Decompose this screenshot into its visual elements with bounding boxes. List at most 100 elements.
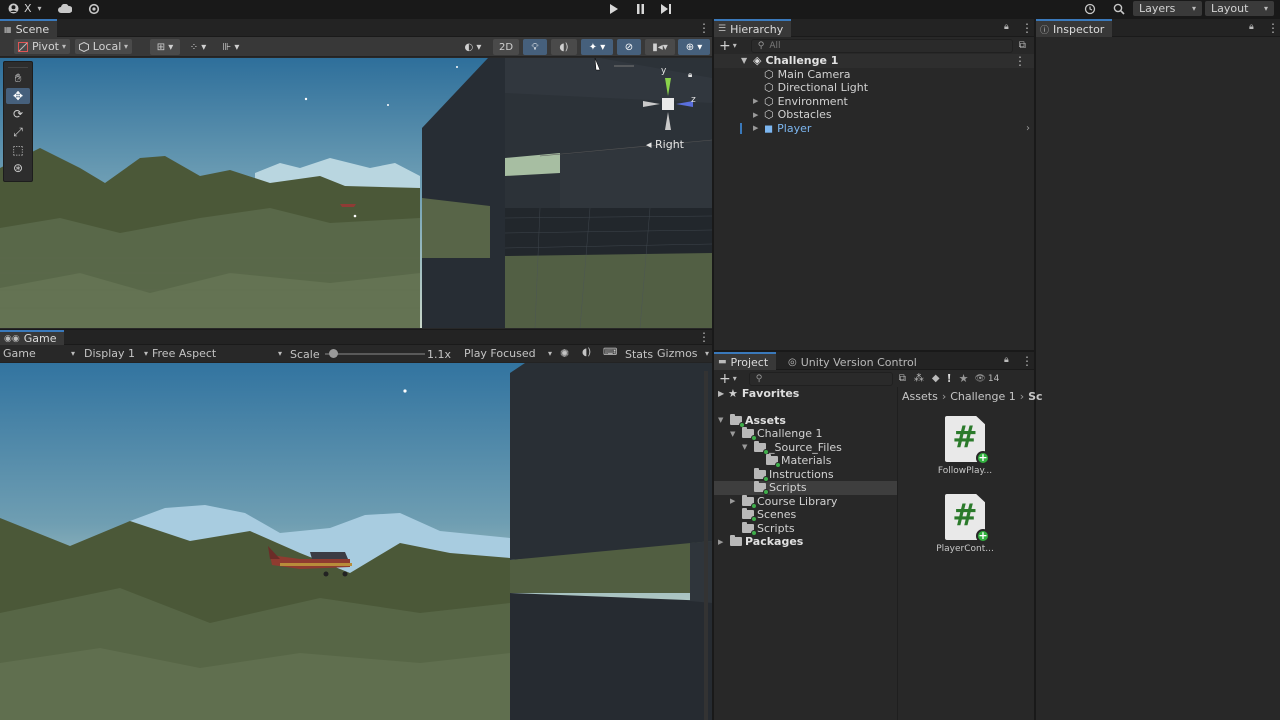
mode-2d-button[interactable]: 2D — [493, 39, 519, 55]
search-scope-icon[interactable]: ⧉ — [899, 373, 906, 384]
scene-row[interactable]: ▼ ◈ Challenge 1 ⋮ — [714, 54, 1034, 68]
expand-arrow-icon[interactable]: ▶ — [753, 97, 764, 105]
scene-viewport[interactable]: y z 🔒︎ ◂ Right — [0, 58, 712, 328]
project-folder-item[interactable]: Scripts — [714, 521, 897, 536]
camera-settings-button[interactable]: ▮◂▾ — [645, 39, 675, 55]
layout-dropdown[interactable]: Layout ▾ — [1205, 1, 1274, 16]
tab-scene[interactable]: ▦ Scene — [0, 19, 58, 37]
increment-snap-button[interactable]: ⁘ ▾ — [185, 39, 211, 55]
expand-arrow-icon[interactable]: ▼ — [742, 443, 754, 451]
hierarchy-item[interactable]: ⬡ Main Camera — [714, 68, 1034, 82]
gizmos-toggle[interactable]: ⊕ ▾ — [678, 39, 710, 55]
expand-arrow-icon[interactable]: ▶ — [753, 111, 764, 119]
game-menu-icon[interactable]: ⋮ — [698, 331, 710, 343]
expand-arrow-icon[interactable]: ▶ — [730, 497, 742, 505]
view-options-button[interactable]: ⊪ ▾ — [216, 39, 246, 55]
expand-arrow-icon[interactable]: ▶ — [753, 124, 764, 132]
hierarchy-item[interactable]: ▶ ⬡ Environment — [714, 95, 1034, 109]
create-plus-icon[interactable]: + — [719, 38, 731, 54]
favorites-row[interactable]: ▶ ★ Favorites — [714, 387, 897, 401]
play-mode-select[interactable]: Play Focused ▾ — [464, 347, 552, 360]
keyboard-icon[interactable]: ⌨︎ — [603, 347, 617, 358]
hierarchy-item[interactable]: ▶ ⬡ Obstacles — [714, 108, 1034, 122]
warning-filter-icon[interactable]: ❗︎ — [948, 372, 951, 386]
orientation-gizmo[interactable]: y z 🔒︎ ◂ Right — [638, 66, 698, 158]
scene-visibility-icon[interactable]: ⧉ — [1019, 40, 1026, 51]
mute-audio-icon[interactable]: ◖) — [582, 347, 591, 358]
search-icon[interactable] — [1110, 0, 1128, 17]
gizmo-lock-icon[interactable]: 🔒︎ — [688, 70, 692, 80]
filter-type-icon[interactable]: ⁂ — [914, 373, 924, 384]
gizmos-dropdown[interactable]: Gizmos ▾ — [657, 347, 709, 360]
pivot-dropdown[interactable]: Pivot ▾ — [14, 39, 70, 54]
asset-tile[interactable]: # + FollowPlay... — [930, 416, 1000, 476]
lock-icon[interactable]: 🔒︎ — [1004, 355, 1009, 365]
step-button[interactable] — [658, 0, 674, 17]
tab-hierarchy[interactable]: ☰ Hierarchy — [714, 19, 792, 37]
project-menu-icon[interactable]: ⋮ — [1021, 355, 1033, 367]
play-button[interactable] — [605, 0, 621, 17]
open-prefab-chevron-icon[interactable]: › — [1026, 123, 1030, 134]
grid-snap-button[interactable]: ⊞ ▾ — [150, 39, 180, 55]
expand-arrow-icon[interactable]: ▼ — [741, 56, 753, 65]
rotate-tool-button[interactable]: ⟳ — [6, 106, 30, 122]
cloud-icon[interactable] — [56, 0, 74, 17]
inspector-menu-icon[interactable]: ⋮ — [1267, 22, 1279, 34]
hierarchy-item[interactable]: ▶ ◼︎ Player › — [714, 122, 1034, 136]
project-folder-item[interactable]: ▶ Course Library — [714, 494, 897, 509]
hand-tool-button[interactable]: ✋︎ — [6, 70, 30, 86]
scale-slider[interactable] — [325, 349, 425, 358]
scene-menu-icon[interactable]: ⋮ — [698, 22, 710, 34]
expand-arrow-icon[interactable]: ▼ — [730, 430, 742, 438]
chevron-down-icon[interactable]: ▾ — [733, 41, 737, 50]
tab-inspector[interactable]: ⓘ Inspector — [1036, 19, 1113, 37]
stats-button[interactable]: Stats — [625, 348, 653, 361]
aspect-select[interactable]: Free Aspect ▾ — [152, 347, 282, 360]
tab-version-control[interactable]: ◎ Unity Version Control — [784, 352, 925, 370]
layers-dropdown[interactable]: Layers ▾ — [1133, 1, 1202, 16]
lighting-toggle[interactable]: 💡︎ — [523, 39, 547, 55]
create-plus-icon[interactable]: + — [719, 371, 731, 387]
scale-slider-thumb[interactable] — [328, 349, 338, 358]
scene-menu-icon[interactable]: ⋮ — [1014, 55, 1026, 67]
expand-arrow-icon[interactable]: ▼ — [718, 416, 730, 424]
favorite-star-icon[interactable]: ★ — [959, 372, 969, 385]
hidden-objects-toggle[interactable]: ⊘ — [617, 39, 641, 55]
tab-game[interactable]: ◉◉ Game — [0, 330, 65, 345]
hierarchy-menu-icon[interactable]: ⋮ — [1021, 22, 1033, 34]
project-folder-item[interactable]: ▼ Assets — [714, 413, 897, 428]
local-dropdown[interactable]: Local ▾ — [75, 39, 132, 54]
hierarchy-item[interactable]: ⬡ Directional Light — [714, 81, 1034, 95]
lock-icon[interactable]: 🔒︎ — [1004, 22, 1009, 32]
project-folder-item[interactable]: Instructions — [714, 467, 897, 482]
game-scrollbar[interactable] — [704, 371, 708, 720]
pause-button[interactable] — [632, 0, 648, 17]
breadcrumb-item[interactable]: Assets — [902, 390, 938, 403]
display-select[interactable]: Display 1 ▾ — [84, 347, 148, 360]
label-tag-icon[interactable]: ◆ — [932, 373, 940, 384]
hidden-packages-toggle[interactable]: 👁︎ 14 — [974, 374, 999, 384]
project-folder-item[interactable]: Scripts — [714, 481, 897, 496]
overlay-grip[interactable] — [8, 62, 28, 68]
project-folder-item[interactable]: ▼ Challenge 1 — [714, 427, 897, 442]
project-folder-item[interactable]: Scenes — [714, 508, 897, 523]
expand-arrow-icon[interactable]: ▶ — [718, 538, 730, 546]
collab-gear-icon[interactable] — [86, 0, 102, 17]
undo-history-icon[interactable] — [1081, 0, 1099, 17]
move-tool-button[interactable]: ✥ — [6, 88, 30, 104]
chevron-down-icon[interactable]: ▾ — [733, 374, 737, 383]
project-folder-item[interactable]: ▼ _Source_Files — [714, 440, 897, 455]
hierarchy-search-input[interactable]: ⚲ All — [750, 38, 1013, 53]
account-dropdown[interactable]: X ▾ — [3, 1, 47, 16]
expand-arrow-icon[interactable]: ▶ — [718, 389, 728, 398]
audio-toggle[interactable]: ◖) — [551, 39, 577, 55]
view-select[interactable]: Game ▾ — [3, 347, 75, 360]
rect-tool-button[interactable]: ⬚ — [6, 142, 30, 158]
lock-icon[interactable]: 🔒︎ — [1249, 22, 1254, 32]
breadcrumb-item[interactable]: Sc — [1028, 390, 1042, 403]
bug-icon[interactable]: ✺ — [560, 347, 569, 360]
transform-tool-button[interactable]: ⊛ — [6, 160, 30, 176]
asset-tile[interactable]: # + PlayerCont... — [930, 494, 1000, 554]
draw-mode-button[interactable]: ◐ ▾ — [458, 39, 488, 55]
tab-project[interactable]: ▬ Project — [714, 352, 777, 370]
